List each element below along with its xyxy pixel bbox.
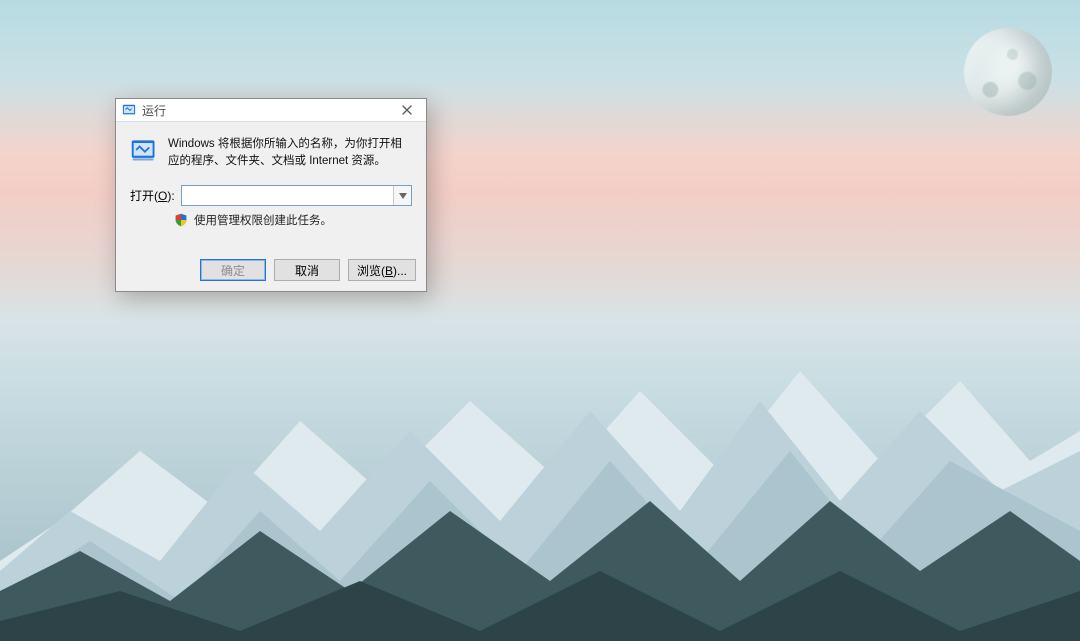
titlebar-title: 运行 xyxy=(142,102,166,119)
moon-graphic xyxy=(964,28,1052,116)
run-icon xyxy=(122,103,136,117)
desktop-wallpaper: 运行 Windows 将根据你所输入的名称，为你打开 xyxy=(0,0,1080,641)
mountain-mid-layer xyxy=(0,341,1080,641)
open-label: 打开(O): xyxy=(130,187,175,204)
description-row: Windows 将根据你所输入的名称，为你打开相应的程序、文件夹、文档或 Int… xyxy=(130,136,412,169)
ok-button[interactable]: 确定 xyxy=(200,259,266,281)
uac-shield-icon xyxy=(174,213,188,227)
mountain-back-layer xyxy=(0,281,1080,641)
admin-note-text: 使用管理权限创建此任务。 xyxy=(194,212,332,228)
chevron-down-icon xyxy=(399,193,407,199)
run-icon-large xyxy=(130,136,158,164)
mountain-front-layer xyxy=(0,441,1080,641)
close-button[interactable] xyxy=(390,100,424,120)
cancel-button[interactable]: 取消 xyxy=(274,259,340,281)
button-bar: 确定 取消 浏览(B)... xyxy=(116,250,426,291)
close-icon xyxy=(402,105,412,115)
open-dropdown-button[interactable] xyxy=(393,186,411,205)
description-text: Windows 将根据你所输入的名称，为你打开相应的程序、文件夹、文档或 Int… xyxy=(168,136,412,169)
open-row: 打开(O): xyxy=(130,185,412,206)
run-dialog: 运行 Windows 将根据你所输入的名称，为你打开 xyxy=(115,98,427,292)
open-input[interactable] xyxy=(181,185,412,206)
browse-button[interactable]: 浏览(B)... xyxy=(348,259,416,281)
titlebar[interactable]: 运行 xyxy=(116,99,426,122)
dialog-body: Windows 将根据你所输入的名称，为你打开相应的程序、文件夹、文档或 Int… xyxy=(116,122,426,250)
admin-note-row: 使用管理权限创建此任务。 xyxy=(174,212,412,228)
open-combobox xyxy=(181,185,412,206)
